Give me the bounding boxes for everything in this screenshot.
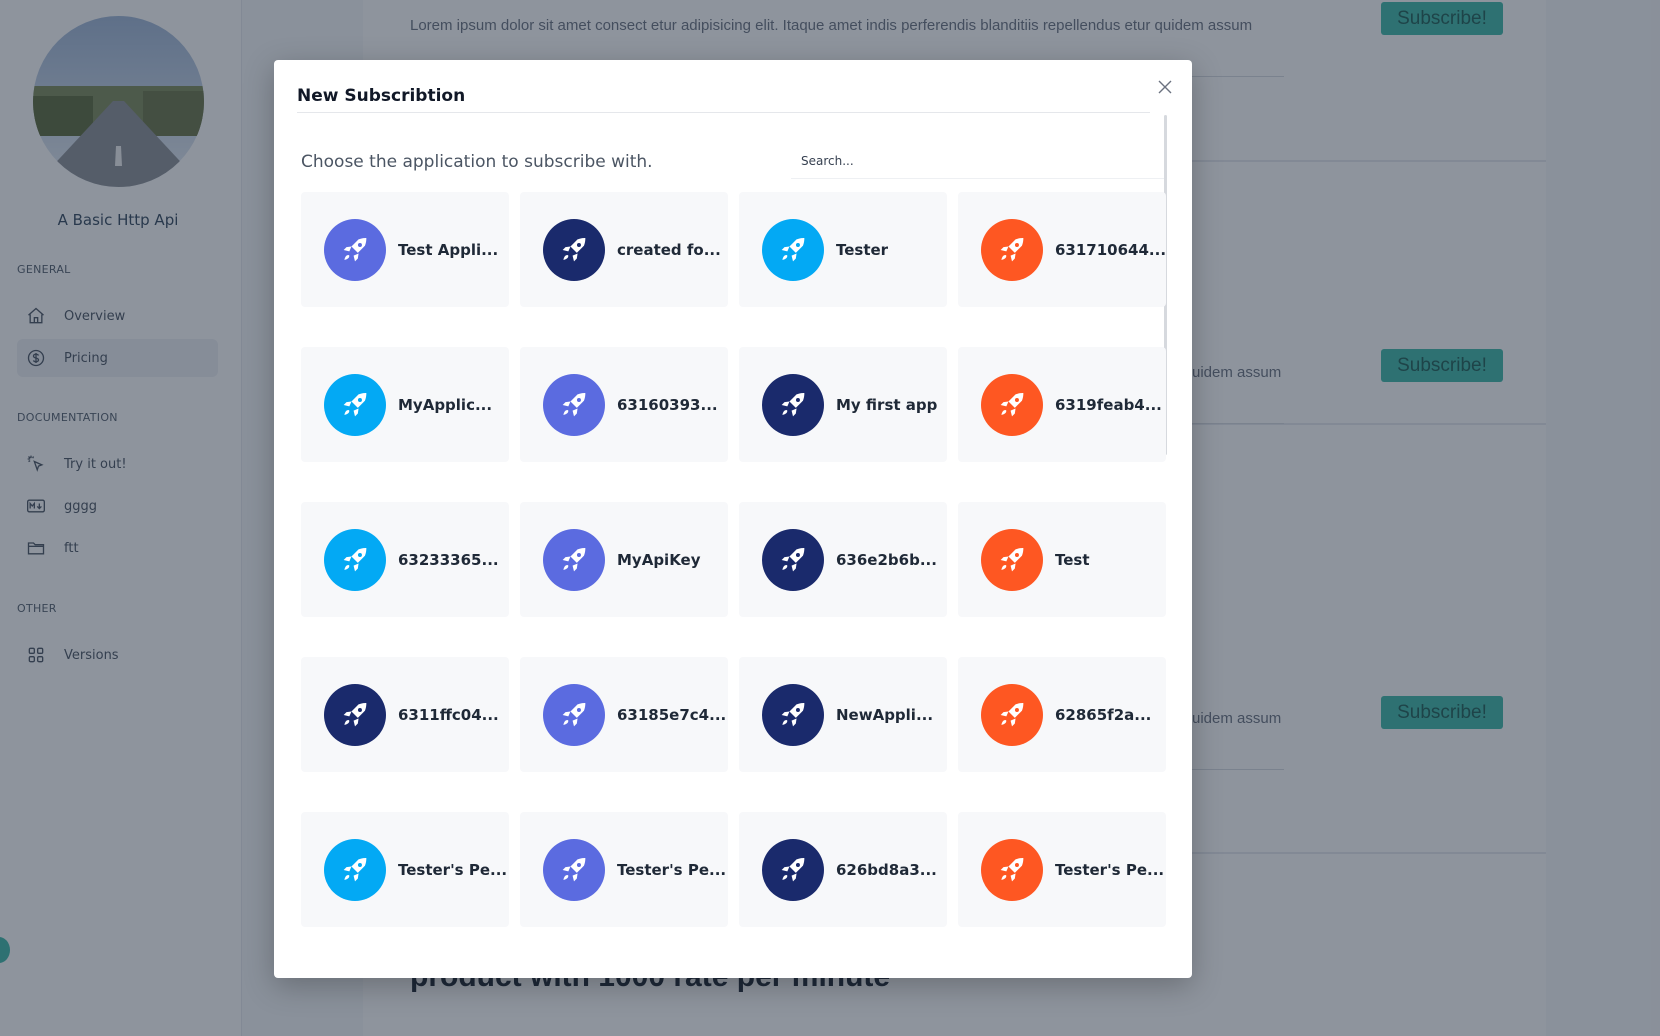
application-card[interactable]: Test (958, 502, 1166, 617)
rocket-icon (324, 373, 386, 436)
application-name: 636e2b6b... (836, 550, 937, 569)
modal-divider (297, 112, 1150, 113)
application-name: Tester's Pe... (617, 860, 727, 879)
application-name: MyApiKey (617, 550, 701, 569)
rocket-icon (981, 373, 1043, 436)
application-name: 6311ffc04... (398, 705, 499, 724)
application-card[interactable]: 6319feab4... (958, 347, 1166, 462)
application-card[interactable]: 631710644... (958, 192, 1166, 307)
application-name: My first app (836, 395, 938, 414)
application-card[interactable]: MyApiKey (520, 502, 728, 617)
rocket-icon (324, 838, 386, 901)
application-name: Tester (836, 240, 889, 259)
application-card[interactable]: Tester (739, 192, 947, 307)
rocket-icon (981, 218, 1043, 281)
application-card[interactable]: Test Appli... (301, 192, 509, 307)
rocket-icon (981, 838, 1043, 901)
modal-subtitle: Choose the application to subscribe with… (301, 152, 653, 172)
rocket-icon (762, 683, 824, 746)
rocket-icon (324, 528, 386, 591)
application-name: Tester's Pe... (1055, 860, 1165, 879)
application-card[interactable]: 6311ffc04... (301, 657, 509, 772)
application-name: Test (1055, 550, 1090, 569)
application-card[interactable]: 63185e7c4... (520, 657, 728, 772)
rocket-icon (981, 528, 1043, 591)
application-name: Test Appli... (398, 240, 499, 259)
application-name: 62865f2a... (1055, 705, 1152, 724)
application-card[interactable]: created fo... (520, 192, 728, 307)
application-name: 63160393... (617, 395, 718, 414)
rocket-icon (543, 528, 605, 591)
search-input[interactable] (791, 143, 1164, 179)
application-name: Tester's Pe... (398, 860, 508, 879)
application-card[interactable]: MyApplic... (301, 347, 509, 462)
application-card[interactable]: 63233365... (301, 502, 509, 617)
application-card[interactable]: Tester's Pe... (958, 812, 1166, 927)
application-card[interactable]: 63160393... (520, 347, 728, 462)
rocket-icon (981, 683, 1043, 746)
application-card[interactable]: My first app (739, 347, 947, 462)
rocket-icon (324, 218, 386, 281)
rocket-icon (543, 683, 605, 746)
modal-title: New Subscribtion (297, 86, 466, 106)
application-name: created fo... (617, 240, 721, 259)
application-name: 626bd8a3... (836, 860, 937, 879)
application-name: 631710644... (1055, 240, 1167, 259)
application-card[interactable]: 636e2b6b... (739, 502, 947, 617)
rocket-icon (543, 838, 605, 901)
application-card[interactable]: Tester's Pe... (301, 812, 509, 927)
rocket-icon (324, 683, 386, 746)
rocket-icon (762, 528, 824, 591)
application-name: 63185e7c4... (617, 705, 727, 724)
rocket-icon (762, 838, 824, 901)
application-name: 63233365... (398, 550, 499, 569)
application-name: MyApplic... (398, 395, 493, 414)
application-card[interactable]: 62865f2a... (958, 657, 1166, 772)
application-card[interactable]: Tester's Pe... (520, 812, 728, 927)
new-subscription-modal: New Subscribtion Choose the application … (274, 60, 1192, 978)
close-icon (1158, 80, 1172, 94)
close-button[interactable] (1154, 76, 1176, 98)
rocket-icon (543, 373, 605, 436)
application-name: 6319feab4... (1055, 395, 1162, 414)
application-name: NewAppli... (836, 705, 934, 724)
rocket-icon (762, 218, 824, 281)
application-card[interactable]: 626bd8a3... (739, 812, 947, 927)
application-card[interactable]: NewAppli... (739, 657, 947, 772)
rocket-icon (762, 373, 824, 436)
rocket-icon (543, 218, 605, 281)
